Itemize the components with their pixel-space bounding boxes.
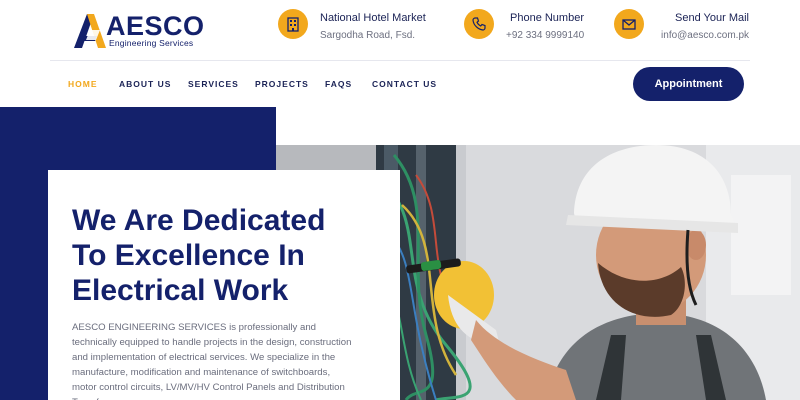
logo-mark-icon bbox=[74, 14, 106, 48]
hero-title-line-3: Electrical Work bbox=[72, 274, 289, 307]
hero-title: We Are Dedicated To Excellence In Electr… bbox=[72, 203, 392, 308]
nav-services[interactable]: SERVICES bbox=[188, 79, 239, 89]
contact-market-address: Sargodha Road, Fsd. bbox=[320, 30, 416, 41]
hero-title-line-1: We Are Dedicated bbox=[72, 204, 326, 237]
nav-about-us[interactable]: ABOUT US bbox=[119, 79, 171, 89]
site-logo[interactable]: AESCO Engineering Services bbox=[70, 10, 210, 52]
contact-phone-title: Phone Number bbox=[510, 12, 584, 24]
contact-mail-address[interactable]: info@aesco.com.pk bbox=[661, 30, 749, 41]
header-top: AESCO Engineering Services National Hote… bbox=[0, 0, 800, 60]
phone-icon[interactable] bbox=[464, 9, 494, 39]
contact-mail: Send Your Mail info@aesco.com.pk bbox=[614, 9, 749, 49]
hero-title-line-2: To Excellence In bbox=[72, 239, 305, 272]
nav-home[interactable]: HOME bbox=[68, 79, 98, 89]
nav-faqs[interactable]: FAQS bbox=[325, 79, 352, 89]
hero-card: We Are Dedicated To Excellence In Electr… bbox=[48, 170, 400, 400]
contact-market: National Hotel Market Sargodha Road, Fsd… bbox=[278, 9, 438, 49]
hero-description: AESCO ENGINEERING SERVICES is profession… bbox=[72, 322, 352, 400]
nav-contact-us[interactable]: CONTACT US bbox=[372, 79, 437, 89]
nav-projects[interactable]: PROJECTS bbox=[255, 79, 309, 89]
building-icon bbox=[278, 9, 308, 39]
logo-tagline: Engineering Services bbox=[109, 38, 194, 48]
appointment-button[interactable]: Appointment bbox=[633, 67, 744, 101]
contact-market-title: National Hotel Market bbox=[320, 12, 426, 24]
contact-mail-title: Send Your Mail bbox=[675, 12, 749, 24]
contact-phone-number[interactable]: +92 334 9999140 bbox=[506, 30, 584, 41]
header-divider bbox=[50, 60, 750, 61]
mail-icon[interactable] bbox=[614, 9, 644, 39]
contact-phone: Phone Number +92 334 9999140 bbox=[464, 9, 594, 49]
